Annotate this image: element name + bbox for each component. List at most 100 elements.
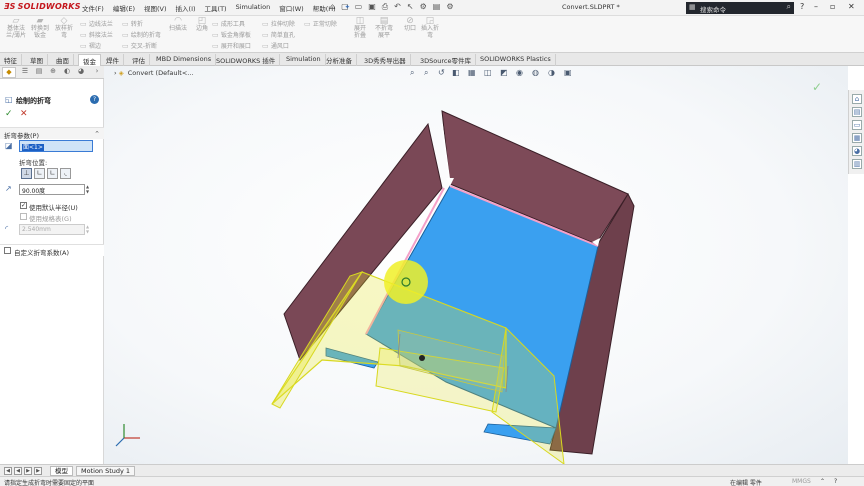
forming-tool-button[interactable]: ▭ 成形工具 [212,19,245,28]
display-tab-icon[interactable]: ◐ [60,67,74,78]
options-icon[interactable]: ⚙ [446,2,453,12]
undo-icon[interactable]: ↶ [394,2,401,12]
menu-simulation[interactable]: Simulation [236,3,271,13]
configuration-tab-icon[interactable]: ▤ [32,67,46,78]
bend-radius-input[interactable]: 2.540mm [19,224,85,235]
part-model[interactable] [104,66,848,464]
open-icon[interactable]: ▭ [355,2,363,12]
tab-surfaces[interactable]: 曲面 [52,54,74,66]
base-flange-button[interactable]: ▱ 基体法 兰/薄片 [4,17,28,40]
lofted-bend-button[interactable]: ◇ 放样折弯 [52,17,76,40]
material-outside-button[interactable]: ∟ [47,168,58,179]
simple-hole-button[interactable]: ▭ 简单直孔 [262,30,295,39]
use-default-radius-checkbox[interactable]: ✓ [20,202,27,209]
tab-mbd-dimensions[interactable]: MBD Dimensions [152,54,217,66]
feature-tree-tab-icon[interactable]: ◆ [2,67,16,78]
print-icon[interactable]: ⎙ [382,2,388,12]
dimxpert-tab-icon[interactable]: ⊕ [46,67,60,78]
confirmation-corner-ok-icon[interactable]: ✓ [812,80,822,94]
insert-bends-button[interactable]: ◲ 插入折弯 [418,17,442,40]
design-library-icon[interactable]: ▤ [852,107,862,117]
close-window-icon[interactable]: ✕ [848,2,855,11]
cross-break-button[interactable]: ▭ 交叉-折断 [122,41,157,50]
zoom-area-icon[interactable]: ⌕ [424,68,428,78]
search-input[interactable]: ▦ 搜索命令 ⌕ [686,2,794,14]
angle-spinner[interactable]: ▲ ▼ [86,184,92,195]
sketched-bend-button[interactable]: ▭ 绘制的折弯 [122,30,161,39]
hem-button[interactable]: ▭ 褶边 [80,41,101,50]
tab-solidworks-addins[interactable]: SOLIDWORKS 插件 [212,54,281,66]
next-tab-icon[interactable]: ▶ [24,467,32,475]
ok-button[interactable]: ✓ [5,109,13,119]
status-dropdown-icon[interactable]: ⌃ [820,478,825,485]
rebuild-icon[interactable]: ⚙ [420,2,427,12]
tab-sketch[interactable]: 草图 [26,54,48,66]
unfold-button[interactable]: ◫ 展开 折叠 [348,17,372,40]
app-logo[interactable]: ƎS SOLIDWORKS [4,2,81,11]
menu-tools[interactable]: 工具(T) [205,3,227,13]
tab-features[interactable]: 特征 [0,54,22,66]
tab-slot-button[interactable]: ▭ 展开和展口 [212,41,251,50]
file-explorer-icon[interactable]: ▭ [852,120,862,130]
file-props-icon[interactable]: ▤ [433,2,441,12]
menu-insert[interactable]: 插入(I) [176,3,196,13]
custom-properties-icon[interactable]: ▥ [852,159,862,169]
menu-file[interactable]: 文件(F) [82,3,104,13]
feature-tree-flyout[interactable]: › ◈ Convert (Default<... [114,69,193,77]
prev-tab-icon[interactable]: ◀ [14,467,22,475]
tab-3dsource-library[interactable]: 3DSource零件库 [416,54,476,66]
minimize-icon[interactable]: – [814,2,818,11]
scenes-icon[interactable]: ◑ [548,68,555,77]
tab-evaluate[interactable]: 评估 [128,54,150,66]
bend-centerline-button[interactable]: ⊥ [21,168,32,179]
help-icon[interactable]: ? [90,95,99,104]
help-menu-icon[interactable]: ? [800,2,804,11]
tab-motion-study-1[interactable]: Motion Study 1 [76,466,136,476]
miter-flange-button[interactable]: ▭ 斜接法兰 [80,30,113,39]
custom-bend-allowance-checkbox[interactable] [4,247,11,254]
zoom-to-fit-icon[interactable]: ⌕ [410,68,414,78]
status-help-icon[interactable]: ? [834,478,837,485]
appearance-tab-icon[interactable]: ◕ [74,67,88,78]
edit-appearance-icon[interactable]: ◍ [532,68,539,77]
extruded-cut-button[interactable]: ▭ 拉伸切除 [262,19,295,28]
last-tab-icon[interactable]: ▶ [34,467,42,475]
select-icon[interactable]: ↖ [407,2,414,12]
bend-center-point[interactable] [419,355,425,361]
tab-3dxiuxiu-exporter[interactable]: 3D秀秀导出器 [360,54,411,66]
section-view-icon[interactable]: ◧ [452,68,460,77]
no-bends-button[interactable]: ▤ 不折弯 展平 [372,17,396,40]
corners-button[interactable]: ◰ 边角 [190,17,214,33]
appearances-icon[interactable]: ◕ [852,146,862,156]
new-icon[interactable]: ▢ [341,2,349,12]
cancel-button[interactable]: ✕ [20,109,28,119]
previous-view-icon[interactable]: ↺ [438,68,445,77]
swept-flange-button[interactable]: ◠ 扫描法 [166,17,190,33]
unit-system[interactable]: MMGS [792,478,811,485]
tab-analysis-prep[interactable]: 分析准备 [322,54,357,66]
first-tab-icon[interactable]: ◀ [4,467,12,475]
hide-show-icon[interactable]: ◉ [516,68,523,77]
display-style-icon[interactable]: ◩ [500,68,508,77]
expand-icon[interactable]: › [114,69,117,77]
menu-view[interactable]: 视图(V) [144,3,167,13]
maximize-icon[interactable]: ▫ [830,2,835,11]
jog-button[interactable]: ▭ 转折 [122,19,143,28]
chevron-up-icon[interactable]: ⌃ [94,130,100,138]
property-manager-tab-icon[interactable]: ☰ [18,67,32,78]
menu-edit[interactable]: 编辑(E) [113,3,135,13]
save-icon[interactable]: ▣ [368,2,376,12]
dynamic-annotation-icon[interactable]: ▦ [468,68,476,77]
view-orientation-icon[interactable]: ◫ [484,68,492,77]
home-icon[interactable]: ⌂ [330,2,335,12]
use-gauge-table-checkbox[interactable] [20,213,27,220]
material-inside-button[interactable]: ∟ [34,168,45,179]
fixed-face-selection-box[interactable]: 面<1> [19,140,93,152]
resources-icon[interactable]: ⌂ [852,94,862,104]
menu-window[interactable]: 窗口(W) [279,3,304,13]
tab-weldments[interactable]: 焊件 [102,54,124,66]
bend-outside-button[interactable]: ◟ [60,168,71,179]
gusset-button[interactable]: ▭ 钣金角撑板 [212,30,251,39]
tab-model[interactable]: 模型 [50,466,73,476]
vent-button[interactable]: ▭ 通风口 [262,41,289,50]
